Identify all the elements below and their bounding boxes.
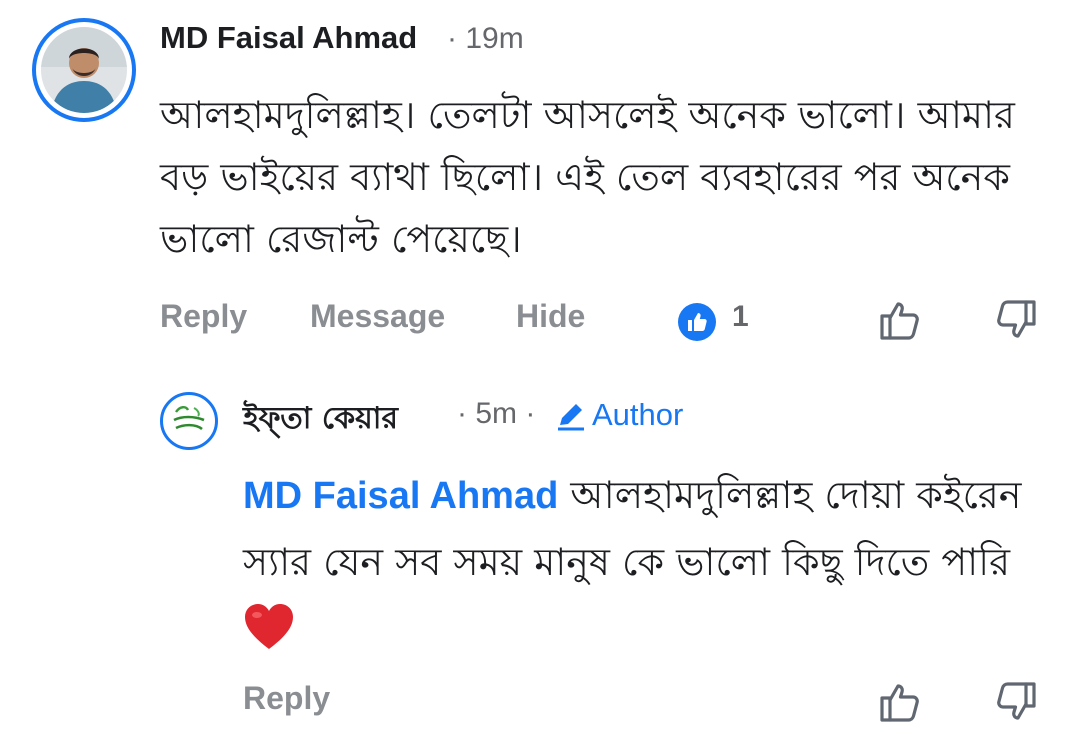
reply-timestamp[interactable]: · 5m · — [457, 397, 535, 431]
thumbs-down-icon[interactable] — [992, 296, 1040, 344]
page-avatar[interactable] — [160, 392, 218, 450]
avatar-photo — [41, 27, 127, 113]
reply-text: MD Faisal Ahmad আলহামদুলিল্লাহ দোয়া কইর… — [243, 462, 1043, 661]
reaction-count[interactable]: 1 — [732, 300, 749, 334]
page-logo-icon — [165, 397, 213, 445]
like-reaction-icon[interactable] — [678, 303, 716, 341]
reply-button[interactable]: Reply — [160, 298, 247, 335]
mention-link[interactable]: MD Faisal Ahmad — [243, 475, 558, 517]
avatar[interactable] — [32, 18, 136, 122]
comment-timestamp[interactable]: · 19m — [447, 22, 524, 56]
thumbs-up-icon[interactable] — [876, 678, 924, 726]
message-button[interactable]: Message — [310, 298, 445, 335]
thumbs-up-icon[interactable] — [876, 296, 924, 344]
comment-author-name[interactable]: MD Faisal Ahmad — [160, 20, 417, 56]
author-badge-label: Author — [592, 397, 684, 432]
author-badge: Author — [554, 397, 683, 433]
hide-button[interactable]: Hide — [516, 298, 585, 335]
reply-button[interactable]: Reply — [243, 680, 330, 717]
reply-author-name[interactable]: ইফ্তা কেয়ার — [243, 394, 398, 445]
heart-emoji — [243, 604, 295, 650]
pencil-icon — [558, 404, 584, 431]
thumbs-down-icon[interactable] — [992, 678, 1040, 726]
comment-text: আলহামদুলিল্লাহ। তেলটা আসলেই অনেক ভালো। আ… — [160, 93, 1015, 261]
